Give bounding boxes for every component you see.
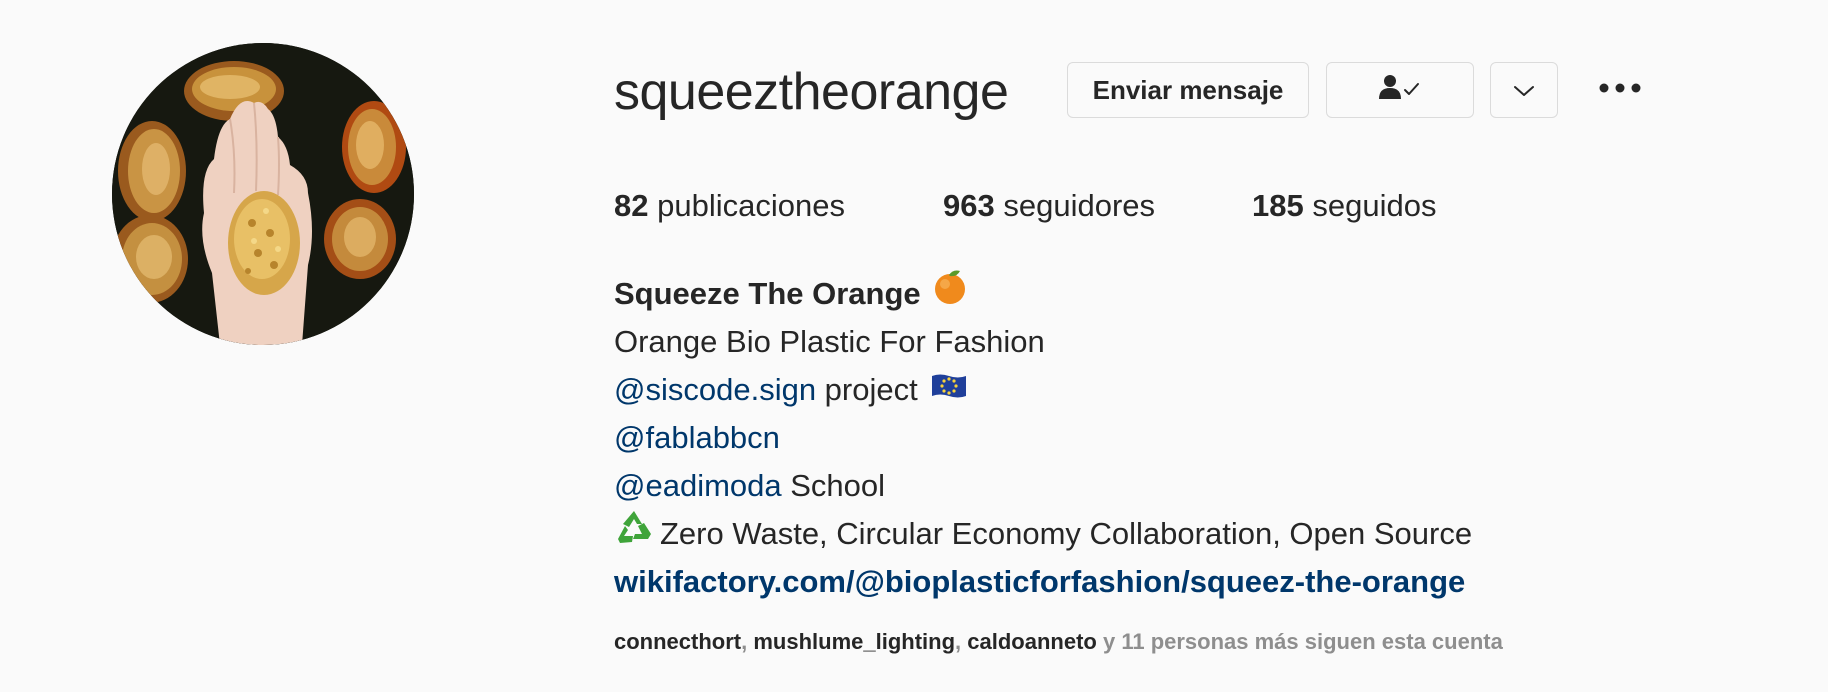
profile-info: squeeztheorange Enviar mensaje 82 public… [614,0,1764,692]
mention-siscode-link[interactable]: @siscode.sign [614,366,816,414]
bio-tagline-text: Orange Bio Plastic For Fashion [614,324,1045,359]
bio-mention-line-3: @eadimoda School [614,462,1472,510]
followers-number: 963 [943,188,995,223]
profile-header: squeeztheorange Enviar mensaje [614,62,1764,122]
profile-bio: Squeeze The Orange Orange Bio Plastic Fo… [614,270,1472,606]
suggested-accounts-dropdown-button[interactable] [1490,62,1558,118]
following-link[interactable]: 185 seguidos [1252,186,1436,226]
bio-tagline: Orange Bio Plastic For Fashion [614,318,1472,366]
orange-peel-right-top [342,101,406,193]
follower-name-2[interactable]: mushlume_lighting [753,629,955,654]
following-label: seguidos [1312,188,1437,223]
chevron-down-icon [1512,75,1536,106]
orange-bits [228,191,300,295]
orange-peel-right-bottom [324,199,396,279]
orange-emoji-icon [933,269,967,319]
bio-values-text: Zero Waste, Circular Economy Collaborati… [660,516,1473,551]
send-message-button[interactable]: Enviar mensaje [1067,62,1309,118]
more-options-button[interactable] [1592,62,1648,118]
mention-eadimoda-link[interactable]: @eadimoda [614,462,782,510]
following-number: 185 [1252,188,1304,223]
send-message-label: Enviar mensaje [1092,74,1284,105]
mention3-suffix: School [781,468,886,503]
posts-count: 82 publicaciones [614,186,845,226]
followers-label: seguidores [1003,188,1156,223]
orange-peel-left-top [118,121,186,221]
bio-mention-line-2: @fablabbcn [614,414,1472,462]
bio-mention-line-1: @siscode.sign project [614,366,1472,414]
posts-label: publicaciones [657,188,845,223]
eu-flag-icon [930,366,968,414]
website-link[interactable]: wikifactory.com/@bioplasticforfashion/sq… [614,558,1465,606]
followed-by-suffix: y 11 personas más siguen esta cuenta [1096,629,1503,654]
bio-values-line: Zero Waste, Circular Economy Collaborati… [614,510,1472,558]
more-horizontal-icon [1598,81,1642,99]
follower-name-3[interactable]: caldoanneto [967,629,1097,654]
profile-username: squeeztheorange [614,63,1009,121]
orange-peel-left-bottom [112,215,188,303]
follower-separator-1: , [741,629,754,654]
avatar-image [112,43,414,345]
profile-full-name: Squeeze The Orange [614,276,921,311]
mention1-suffix: project [816,372,918,407]
recycle-icon [614,509,654,559]
bio-name-line: Squeeze The Orange [614,270,1472,318]
profile-avatar[interactable] [112,43,414,345]
followed-by[interactable]: connecthort, mushlume_lighting, caldoann… [614,627,1503,657]
bio-website-line: wikifactory.com/@bioplasticforfashion/sq… [614,558,1472,606]
follower-name-1[interactable]: connecthort [614,629,741,654]
following-button[interactable] [1326,62,1474,118]
followers-link[interactable]: 963 seguidores [943,186,1155,226]
person-check-icon [1378,73,1422,108]
follower-separator-2: , [955,629,968,654]
mention-fablabbcn-link[interactable]: @fablabbcn [614,414,780,462]
posts-number: 82 [614,188,649,223]
